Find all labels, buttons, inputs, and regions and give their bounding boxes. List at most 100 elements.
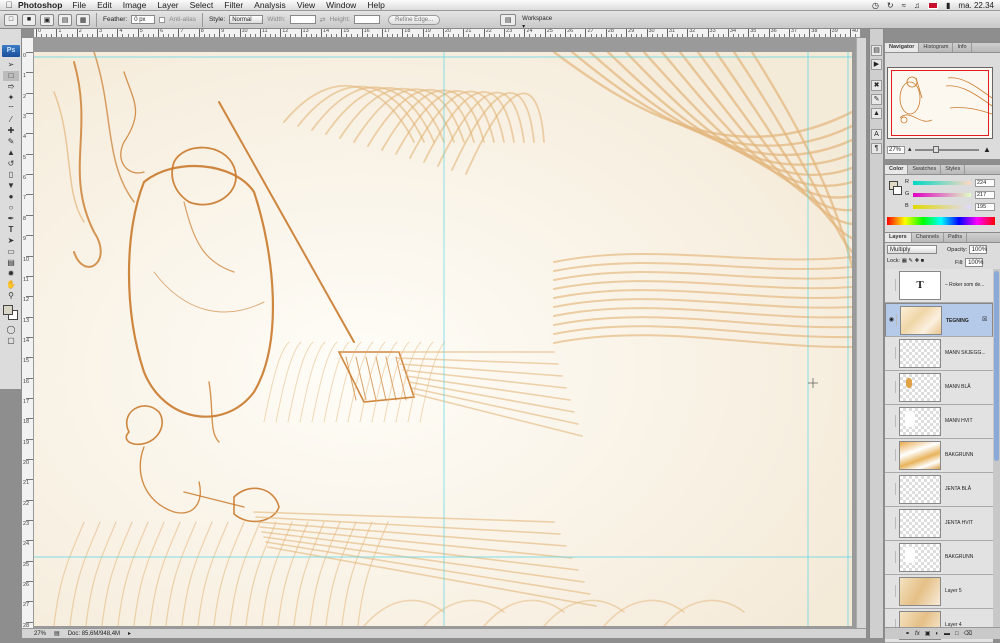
quick-mask-icon[interactable]: ◯: [3, 325, 19, 335]
layer-visibility-eye-icon[interactable]: [886, 551, 896, 563]
add-selection-icon[interactable]: ▣: [40, 13, 54, 26]
lock-pixels-icon[interactable]: ✎: [908, 258, 913, 264]
menu-view[interactable]: View: [297, 0, 315, 10]
navigator-preview[interactable]: [887, 67, 993, 139]
layer-visibility-eye-icon[interactable]: [886, 347, 896, 359]
layer-thumbnail[interactable]: [899, 475, 941, 504]
apple-icon[interactable]: : [0, 0, 18, 10]
tab-swatches[interactable]: Swatches: [908, 165, 942, 174]
menu-file[interactable]: File: [72, 0, 86, 10]
color-swatches[interactable]: [2, 305, 20, 321]
new-layer-icon[interactable]: □: [955, 631, 959, 637]
layers-scrollbar[interactable]: [993, 269, 1000, 629]
layer-visibility-eye-icon[interactable]: [886, 585, 896, 597]
layer-thumbnail[interactable]: [899, 441, 941, 470]
layer-visibility-eye-icon[interactable]: ◉: [887, 314, 897, 326]
zoom-in-icon[interactable]: ▲: [983, 145, 991, 154]
layer-row[interactable]: JENTA BLÅ: [885, 473, 993, 507]
layer-row[interactable]: BAKGRUNN: [885, 439, 993, 473]
layer-row[interactable]: BAKGRUNN: [885, 541, 993, 575]
group-layers-icon[interactable]: ▬: [944, 631, 950, 637]
menu-window[interactable]: Window: [326, 0, 356, 10]
navigator-view-box[interactable]: [891, 70, 989, 136]
layer-visibility-eye-icon[interactable]: [886, 381, 896, 393]
new-selection-icon[interactable]: ■: [22, 13, 36, 26]
tab-navigator[interactable]: Navigator: [885, 43, 920, 52]
layer-row[interactable]: ◉ TEGNING ☒: [885, 303, 993, 337]
channel-b-input[interactable]: 195: [975, 203, 995, 211]
horizontal-ruler[interactable]: 0 1 2 3 4 5 6 7 8 9 10 11 12 13 14 15 16 17 18 19 20 21 22 23 24…: [34, 29, 860, 38]
lock-position-icon[interactable]: ✚: [915, 258, 920, 264]
clone-stamp-icon[interactable]: ▲: [3, 148, 19, 158]
canvas-area[interactable]: [34, 38, 856, 628]
battery-icon[interactable]: ▮: [946, 1, 950, 10]
layer-thumbnail[interactable]: [899, 577, 941, 606]
width-input[interactable]: [289, 15, 316, 24]
brush-tool-icon[interactable]: ✎: [3, 137, 19, 147]
style-select[interactable]: Normal: [229, 15, 264, 24]
channel-b-slider[interactable]: [913, 205, 971, 209]
notes-tool-icon[interactable]: ▤: [3, 258, 19, 268]
layer-thumbnail[interactable]: [899, 509, 941, 538]
channel-g-input[interactable]: 217: [975, 191, 995, 199]
actions-panel-icon[interactable]: ▶: [871, 59, 882, 70]
dodge-tool-icon[interactable]: ○: [3, 203, 19, 213]
link-layers-icon[interactable]: ⚭: [905, 630, 910, 637]
canvas-vertical-scrollbar[interactable]: [856, 38, 866, 628]
menu-edit[interactable]: Edit: [97, 0, 112, 10]
layer-thumbnail[interactable]: [899, 543, 941, 572]
navigator-zoom-slider[interactable]: [915, 146, 979, 153]
workspace-menu[interactable]: Workspace ▾: [520, 15, 558, 30]
blur-tool-icon[interactable]: ●: [3, 192, 19, 202]
clone-source-icon[interactable]: ▲: [871, 108, 882, 119]
paint-bucket-icon[interactable]: ▼: [3, 181, 19, 191]
eraser-tool-icon[interactable]: ▯: [3, 170, 19, 180]
menu-image[interactable]: Image: [123, 0, 147, 10]
layer-thumbnail[interactable]: [899, 407, 941, 436]
blend-mode-select[interactable]: Multiply: [887, 245, 937, 254]
color-spectrum-ramp[interactable]: [887, 217, 995, 225]
history-brush-icon[interactable]: ↺: [3, 159, 19, 169]
menu-select[interactable]: Select: [190, 0, 214, 10]
opacity-input[interactable]: 100%: [968, 245, 987, 254]
volume-icon[interactable]: ♫: [914, 1, 920, 10]
shape-tool-icon[interactable]: ▭: [3, 247, 19, 257]
refine-edge-button[interactable]: Refine Edge...: [388, 14, 441, 25]
zoom-slider-handle[interactable]: [933, 146, 939, 153]
layer-row[interactable]: JENTA HVIT: [885, 507, 993, 541]
clock[interactable]: ma. 22.34: [958, 1, 994, 10]
navigator-zoom-input[interactable]: 27%: [887, 146, 905, 154]
menu-help[interactable]: Help: [367, 0, 384, 10]
flag-icon[interactable]: [928, 2, 939, 9]
zoom-out-icon[interactable]: ▴: [908, 145, 912, 153]
layer-row[interactable]: MANN BLÅ: [885, 371, 993, 405]
history-panel-icon[interactable]: ▤: [871, 45, 882, 56]
menu-filter[interactable]: Filter: [224, 0, 243, 10]
channel-r-slider[interactable]: [913, 181, 971, 185]
status-icon[interactable]: ▤: [54, 630, 60, 637]
tab-layers[interactable]: Layers: [885, 233, 912, 242]
vertical-ruler[interactable]: 0 1 2 3 4 5 6 7 8 9 10 11 12 13 14 15 16 17 18 19 20 21 22 23 24…: [22, 38, 34, 628]
tools-panel-icon[interactable]: ✖: [871, 80, 882, 91]
time-machine-icon[interactable]: ◷: [872, 1, 879, 10]
menu-analysis[interactable]: Analysis: [254, 0, 286, 10]
layer-visibility-eye-icon[interactable]: [886, 279, 896, 291]
artwork-canvas[interactable]: [34, 52, 852, 626]
channel-g-slider[interactable]: [913, 193, 971, 197]
layer-thumbnail[interactable]: [899, 339, 941, 368]
move-tool-icon[interactable]: ➢: [3, 60, 19, 70]
foreground-color-swatch[interactable]: [3, 305, 13, 315]
lasso-tool-icon[interactable]: ➱: [3, 82, 19, 92]
status-zoom[interactable]: 27%: [34, 631, 46, 637]
brushes-panel-icon[interactable]: ✎: [871, 94, 882, 105]
layer-visibility-eye-icon[interactable]: [886, 449, 896, 461]
3d-tool-icon[interactable]: ✹: [3, 269, 19, 279]
pen-tool-icon[interactable]: ✒: [3, 214, 19, 224]
tab-paths[interactable]: Paths: [944, 233, 968, 242]
delete-layer-icon[interactable]: ⌫: [964, 630, 972, 637]
layer-row[interactable]: MANN HVIT: [885, 405, 993, 439]
feather-input[interactable]: 0 px: [131, 15, 156, 24]
layer-visibility-eye-icon[interactable]: [886, 517, 896, 529]
screen-mode-icon[interactable]: ▢: [3, 336, 19, 346]
subtract-selection-icon[interactable]: ▤: [58, 13, 72, 26]
